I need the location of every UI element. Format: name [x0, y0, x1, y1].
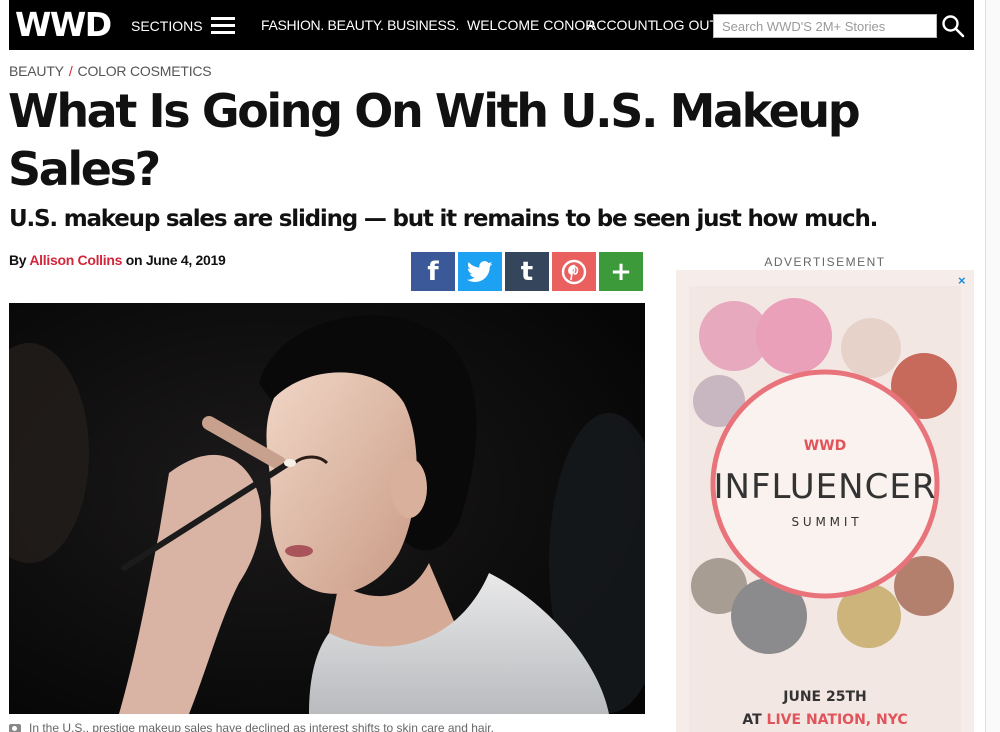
date-prefix: on: [125, 252, 143, 268]
makeup-artist-photo: [9, 303, 645, 714]
account-link[interactable]: ACCOUNT: [587, 17, 656, 33]
tumblr-share-button[interactable]: t: [505, 252, 549, 291]
article-hero-image: [9, 303, 645, 714]
byline-prefix: By: [9, 252, 27, 268]
advertisement-label: ADVERTISEMENT: [764, 255, 886, 269]
pinterest-share-button[interactable]: [552, 252, 596, 291]
ad-venue-line: AT LIVE NATION, NYC: [742, 712, 907, 728]
welcome-user-text: WELCOME CONOR: [467, 17, 596, 33]
twitter-icon: [467, 260, 493, 282]
sections-menu-button[interactable]: SECTIONS: [131, 17, 235, 34]
ad-subtitle: S U M M I T: [791, 515, 859, 529]
site-tagline: FASHION. BEAUTY. BUSINESS.: [261, 17, 460, 33]
sections-label: SECTIONS: [131, 17, 203, 34]
image-caption-text: In the U.S., prestige makeup sales have …: [29, 721, 494, 732]
facebook-icon: f: [427, 256, 439, 287]
twitter-share-button[interactable]: [458, 252, 502, 291]
hamburger-menu-icon: [210, 17, 235, 34]
camera-icon: [9, 723, 21, 732]
more-share-button[interactable]: +: [599, 252, 643, 291]
pinterest-icon: [561, 259, 587, 284]
breadcrumb: BEAUTY / COLOR COSMETICS: [9, 63, 212, 79]
logout-link[interactable]: LOG OUT: [655, 17, 718, 33]
wwd-logo[interactable]: WWD: [15, 8, 112, 41]
top-navigation-bar: WWD SECTIONS FASHION. BEAUTY. BUSINESS. …: [9, 0, 974, 50]
influencer-summit-ad[interactable]: WWD INFLUENCER S U M M I T JUNE 25TH AT …: [689, 286, 961, 732]
facebook-share-button[interactable]: f: [411, 252, 455, 291]
ad-date: JUNE 25TH: [782, 689, 866, 705]
ad-photo-circle: [841, 318, 901, 378]
page-scrollbar[interactable]: [985, 0, 1000, 732]
breadcrumb-beauty-link[interactable]: BEAUTY: [9, 63, 64, 79]
breadcrumb-separator: /: [68, 63, 73, 79]
article-byline: By Allison Collins on June 4, 2019: [9, 252, 226, 268]
author-link[interactable]: Allison Collins: [29, 252, 122, 268]
ad-artwork: WWD INFLUENCER S U M M I T JUNE 25TH AT …: [691, 298, 957, 728]
search-input[interactable]: [713, 14, 937, 38]
ad-title: INFLUENCER: [714, 467, 937, 507]
ad-photo-circle: [756, 298, 832, 374]
share-buttons: f t +: [411, 252, 643, 291]
ad-venue: LIVE NATION, NYC: [767, 712, 908, 728]
tumblr-icon: t: [520, 256, 534, 287]
article-title: What Is Going On With U.S. Makeup Sales?: [8, 84, 861, 196]
ad-wwd-logo: WWD: [804, 438, 847, 454]
search-icon[interactable]: [941, 14, 965, 38]
plus-icon: +: [610, 256, 632, 287]
article-subtitle: U.S. makeup sales are sliding — but it r…: [9, 206, 878, 232]
ad-venue-prefix: AT: [742, 712, 762, 728]
publish-date: June 4, 2019: [145, 252, 226, 268]
breadcrumb-color-cosmetics-link[interactable]: COLOR COSMETICS: [78, 63, 212, 79]
image-caption: In the U.S., prestige makeup sales have …: [9, 721, 494, 732]
